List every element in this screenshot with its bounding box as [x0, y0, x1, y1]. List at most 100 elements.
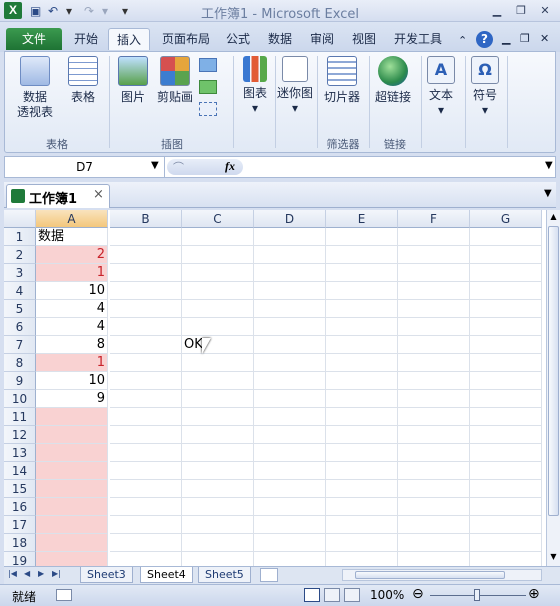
cell-C17[interactable]	[182, 516, 254, 534]
cell-A11[interactable]	[36, 408, 108, 426]
tab-view[interactable]: 视图	[346, 28, 382, 50]
cell-C1[interactable]	[182, 228, 254, 246]
cell-A4[interactable]: 10	[36, 282, 108, 300]
cell-B16[interactable]	[110, 498, 182, 516]
cell-F19[interactable]	[398, 552, 470, 566]
tab-developer[interactable]: 开发工具	[388, 28, 448, 50]
cell-F16[interactable]	[398, 498, 470, 516]
cell-D6[interactable]	[254, 318, 326, 336]
text-button[interactable]: A 文本 ▾	[423, 56, 459, 118]
cell-C3[interactable]	[182, 264, 254, 282]
cell-G8[interactable]	[470, 354, 542, 372]
cell-C8[interactable]	[182, 354, 254, 372]
cell-G1[interactable]	[470, 228, 542, 246]
slicer-button[interactable]: 切片器	[319, 56, 365, 105]
horizontal-scrollbar[interactable]	[342, 569, 542, 581]
row-header-9[interactable]: 9	[4, 372, 36, 390]
close-window-button[interactable]: ✕	[534, 3, 556, 18]
cell-A2[interactable]: 2	[36, 246, 108, 264]
pivot-table-button[interactable]: 数据 透视表	[11, 56, 59, 120]
cell-A5[interactable]: 4	[36, 300, 108, 318]
cell-D1[interactable]	[254, 228, 326, 246]
cell-C18[interactable]	[182, 534, 254, 552]
close-icon[interactable]: ×	[93, 187, 104, 202]
cell-G15[interactable]	[470, 480, 542, 498]
cell-A7[interactable]: 8	[36, 336, 108, 354]
formula-input[interactable]	[247, 157, 547, 177]
cell-G16[interactable]	[470, 498, 542, 516]
cell-F8[interactable]	[398, 354, 470, 372]
first-sheet-icon[interactable]: |◀	[8, 569, 17, 578]
cell-A3[interactable]: 1	[36, 264, 108, 282]
sheet-tab-sheet3[interactable]: Sheet3	[80, 567, 133, 583]
cell-G19[interactable]	[470, 552, 542, 566]
sheet-tab-sheet5[interactable]: Sheet5	[198, 567, 251, 583]
cell-D18[interactable]	[254, 534, 326, 552]
row-header-19[interactable]: 19	[4, 552, 36, 566]
cell-A1[interactable]: 数据	[36, 228, 108, 246]
cell-D9[interactable]	[254, 372, 326, 390]
last-sheet-icon[interactable]: ▶|	[52, 569, 61, 578]
worksheet-grid[interactable]: ABCDEFG 1 数据 2 2 3 1 4 10 5 4 6 4 7 8 8 1 9 10 10 9 11 12 13 14…	[4, 210, 546, 566]
column-header-B[interactable]: B	[110, 210, 182, 228]
cell-B15[interactable]	[110, 480, 182, 498]
row-header-3[interactable]: 3	[4, 264, 36, 282]
select-all-corner[interactable]	[4, 210, 36, 228]
cell-A19[interactable]	[36, 552, 108, 566]
cell-C5[interactable]	[182, 300, 254, 318]
cell-E2[interactable]	[326, 246, 398, 264]
cell-C15[interactable]	[182, 480, 254, 498]
collapse-ribbon-icon[interactable]: ⌃	[452, 30, 473, 52]
macro-record-icon[interactable]	[56, 589, 72, 601]
row-header-2[interactable]: 2	[4, 246, 36, 264]
hyperlink-button[interactable]: 超链接	[371, 56, 415, 105]
zoom-slider-thumb[interactable]	[474, 589, 480, 601]
zoom-in-icon[interactable]: ⊕	[528, 586, 540, 602]
cell-B19[interactable]	[110, 552, 182, 566]
next-sheet-icon[interactable]: ▶	[38, 569, 44, 578]
cell-E10[interactable]	[326, 390, 398, 408]
cell-B5[interactable]	[110, 300, 182, 318]
cell-E13[interactable]	[326, 444, 398, 462]
cell-C6[interactable]	[182, 318, 254, 336]
column-header-E[interactable]: E	[326, 210, 398, 228]
cell-C11[interactable]	[182, 408, 254, 426]
cell-F2[interactable]	[398, 246, 470, 264]
cell-B3[interactable]	[110, 264, 182, 282]
scroll-thumb[interactable]	[548, 226, 559, 516]
cell-F6[interactable]	[398, 318, 470, 336]
name-box[interactable]: D7	[5, 157, 165, 177]
cell-C2[interactable]	[182, 246, 254, 264]
workbook-dropdown-icon[interactable]: ▼	[544, 188, 552, 199]
row-header-11[interactable]: 11	[4, 408, 36, 426]
tab-page-layout[interactable]: 页面布局	[156, 28, 216, 50]
shapes-icon[interactable]	[199, 58, 217, 72]
cell-E4[interactable]	[326, 282, 398, 300]
cell-C9[interactable]	[182, 372, 254, 390]
column-header-F[interactable]: F	[398, 210, 470, 228]
cell-E6[interactable]	[326, 318, 398, 336]
zoom-out-icon[interactable]: ⊖	[412, 586, 424, 602]
cell-B18[interactable]	[110, 534, 182, 552]
insert-sheet-icon[interactable]	[260, 568, 278, 582]
clip-art-button[interactable]: 剪贴画	[153, 56, 197, 105]
cell-B7[interactable]	[110, 336, 182, 354]
cell-F3[interactable]	[398, 264, 470, 282]
sheet-tab-sheet4[interactable]: Sheet4	[140, 567, 193, 583]
cell-D11[interactable]	[254, 408, 326, 426]
smartart-icon[interactable]	[199, 80, 217, 94]
cell-A10[interactable]: 9	[36, 390, 108, 408]
cell-G18[interactable]	[470, 534, 542, 552]
cell-B2[interactable]	[110, 246, 182, 264]
row-header-1[interactable]: 1	[4, 228, 36, 246]
cell-E16[interactable]	[326, 498, 398, 516]
column-header-A[interactable]: A	[36, 210, 108, 228]
screenshot-icon[interactable]	[199, 102, 217, 116]
cell-F18[interactable]	[398, 534, 470, 552]
cell-B9[interactable]	[110, 372, 182, 390]
row-header-4[interactable]: 4	[4, 282, 36, 300]
cell-E14[interactable]	[326, 462, 398, 480]
tab-file[interactable]: 文件	[6, 28, 62, 50]
cell-D8[interactable]	[254, 354, 326, 372]
cell-E12[interactable]	[326, 426, 398, 444]
